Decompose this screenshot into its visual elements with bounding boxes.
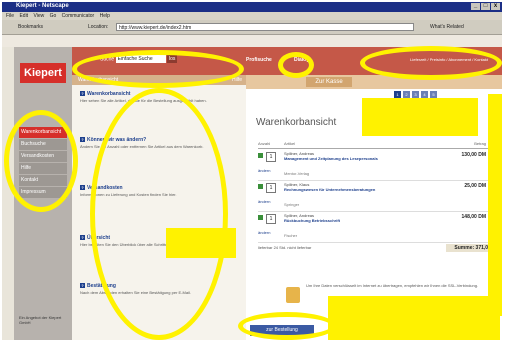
step-indicator: 1: [394, 91, 401, 98]
menu-go[interactable]: Go: [50, 13, 57, 19]
highlight-oval-header-links: [360, 46, 502, 80]
question-icon: ?: [80, 137, 85, 142]
step-indicator: 5: [430, 91, 437, 98]
item-price: 130,00 DM: [461, 152, 486, 158]
bookmarks-button[interactable]: Bookmarks: [18, 24, 43, 30]
checkout-tab[interactable]: Zur Kasse: [306, 77, 352, 87]
menu-bar: File Edit View Go Communicator Help: [2, 12, 502, 20]
question-icon: ?: [80, 185, 85, 190]
highlight-oval-dialog: [278, 52, 314, 78]
window-titlebar: Kiepert - Netscape _ □ x: [2, 2, 502, 12]
column-price: Betrag: [474, 141, 486, 146]
menu-view[interactable]: View: [33, 13, 44, 19]
availability-icon: [258, 153, 263, 158]
cart-row: 1 ändern Spillner, Klaus Rechnungswesen …: [258, 181, 488, 212]
quantity-field[interactable]: 1: [266, 214, 276, 224]
item-title-link[interactable]: Management und Zeitplanung des Leseperso…: [284, 156, 404, 161]
menu-file[interactable]: File: [6, 13, 14, 19]
change-link[interactable]: ändern: [258, 199, 270, 204]
whats-related-button[interactable]: What's Related: [430, 24, 464, 30]
annotation-sticker: [328, 296, 500, 340]
item-publisher: Fischer: [284, 233, 298, 238]
column-item: Artikel: [284, 141, 296, 146]
maximize-button[interactable]: □: [481, 3, 490, 10]
quantity-field[interactable]: 1: [266, 183, 276, 193]
cart-row: 1 ändern Spillner, Andreas Rückbuchung B…: [258, 212, 488, 243]
annotation-sticker: [488, 94, 502, 316]
checkout-steps: 1 2 3 4 5: [394, 91, 437, 98]
menu-edit[interactable]: Edit: [19, 13, 28, 19]
highlight-oval-help-column: [90, 88, 228, 340]
quantity-field[interactable]: 1: [266, 152, 276, 162]
question-icon: ?: [80, 91, 85, 96]
step-indicator: 3: [412, 91, 419, 98]
url-field[interactable]: http://www.kiepert.de/index2.htm: [116, 23, 414, 31]
item-price: 25,00 DM: [464, 183, 486, 189]
question-icon: ?: [80, 283, 85, 288]
item-price: 148,00 DM: [461, 214, 486, 220]
highlight-oval-left-nav: [4, 110, 78, 212]
page-title: Warenkorbansicht: [256, 117, 337, 128]
highlight-oval-order-button: [238, 312, 336, 340]
browser-screenshot: Kiepert - Netscape _ □ x File Edit View …: [2, 2, 502, 340]
menu-help[interactable]: Help: [100, 13, 110, 19]
question-icon: ?: [80, 235, 85, 240]
availability-legend: lieferbar 24 Std. nicht lieferbar: [258, 245, 312, 250]
highlight-oval-search: [72, 50, 244, 88]
annotation-sticker: [362, 98, 478, 136]
item-publisher: Springer: [284, 202, 300, 207]
location-toolbar: Bookmarks Location: http://www.kiepert.d…: [2, 20, 502, 35]
item-title-link[interactable]: Rückbuchung Betriebsschrift: [284, 218, 404, 223]
item-publisher: Mentor-Verlag: [284, 171, 310, 176]
step-indicator: 2: [403, 91, 410, 98]
column-qty: Anzahl: [258, 141, 271, 146]
menu-communicator[interactable]: Communicator: [62, 13, 95, 19]
kiepert-logo[interactable]: Kiepert: [20, 63, 66, 83]
left-footer-text: Ein Angebot der Kiepert GmbH: [19, 315, 62, 325]
annotation-sticker: [166, 228, 236, 258]
change-link[interactable]: ändern: [258, 230, 270, 235]
close-button[interactable]: x: [491, 3, 500, 10]
cart-table-header: Anzahl Artikel Betrag: [258, 141, 488, 149]
window-title: Kiepert - Netscape: [16, 3, 69, 9]
availability-icon: [258, 215, 263, 220]
change-link[interactable]: ändern: [258, 168, 270, 173]
step-indicator: 4: [421, 91, 428, 98]
availability-icon: [258, 184, 263, 189]
minimize-button[interactable]: _: [471, 3, 480, 10]
location-label: Location:: [88, 24, 109, 30]
window-controls: _ □ x: [471, 3, 500, 10]
ssl-notice: Um Ihre Daten verschlüsselt im Internet …: [306, 283, 479, 288]
profisuche-link[interactable]: Profisuche: [246, 57, 272, 63]
item-title-link[interactable]: Rechnungswesen für Unternehmensberatunge…: [284, 187, 404, 192]
cart-row: 1 ändern Spillner, Andreas Management un…: [258, 150, 488, 181]
help-section-heading: Warenkorbansicht: [87, 91, 131, 97]
lock-icon: [286, 287, 300, 303]
